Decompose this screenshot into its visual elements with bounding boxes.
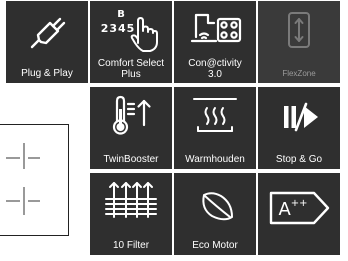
plug-play-label: Plug & Play: [21, 68, 73, 79]
tile-twinbooster: TwinBooster: [90, 87, 172, 169]
comfort-select-label: Comfort Select Plus: [90, 58, 172, 80]
flexzone-label: FlexZone: [282, 69, 316, 78]
comfort-select-label-line2: Plus: [121, 69, 141, 80]
energy-label-icon: A++: [258, 173, 340, 255]
tile-warmhouden: Warmhouden: [174, 87, 256, 169]
hood-stove-icon: [174, 1, 256, 59]
filter-layers-icon: [90, 173, 172, 231]
connectivity-label-line1: Con@ctivity: [188, 58, 242, 69]
steam-pan-icon: [174, 87, 256, 145]
thermometer-icon: [90, 87, 172, 145]
hob-outline-drawing: [0, 124, 69, 236]
tile-10-filter: 10 Filter: [90, 173, 172, 255]
connectivity-label-line2: 3.0: [208, 69, 222, 80]
tile-eco-motor: Eco Motor: [174, 173, 256, 255]
eco-motor-label: Eco Motor: [192, 240, 238, 251]
comfort-select-label-line1: Comfort Select: [97, 58, 165, 69]
warmhouden-label: Warmhouden: [185, 154, 245, 165]
leaf-icon: [174, 173, 256, 231]
pause-play-icon: [258, 87, 340, 145]
tile-stop-go: Stop & Go: [258, 87, 340, 169]
tile-flexzone: FlexZone: [258, 1, 340, 83]
tile-energy-label: A++: [258, 173, 340, 255]
filter-label: 10 Filter: [112, 240, 150, 251]
stop-go-label: Stop & Go: [275, 154, 323, 165]
tile-comfort-select-plus: B 2345 Comfort Select Plus: [90, 1, 172, 83]
energy-rating-text: A++: [278, 198, 308, 220]
hand-touch-icon: B 2345: [90, 1, 172, 59]
flexzone-icon: [258, 1, 340, 59]
connectivity-label: Con@ctivity 3.0: [174, 58, 256, 80]
tile-connectivity: Con@ctivity 3.0: [174, 1, 256, 83]
twinbooster-label: TwinBooster: [103, 154, 159, 165]
